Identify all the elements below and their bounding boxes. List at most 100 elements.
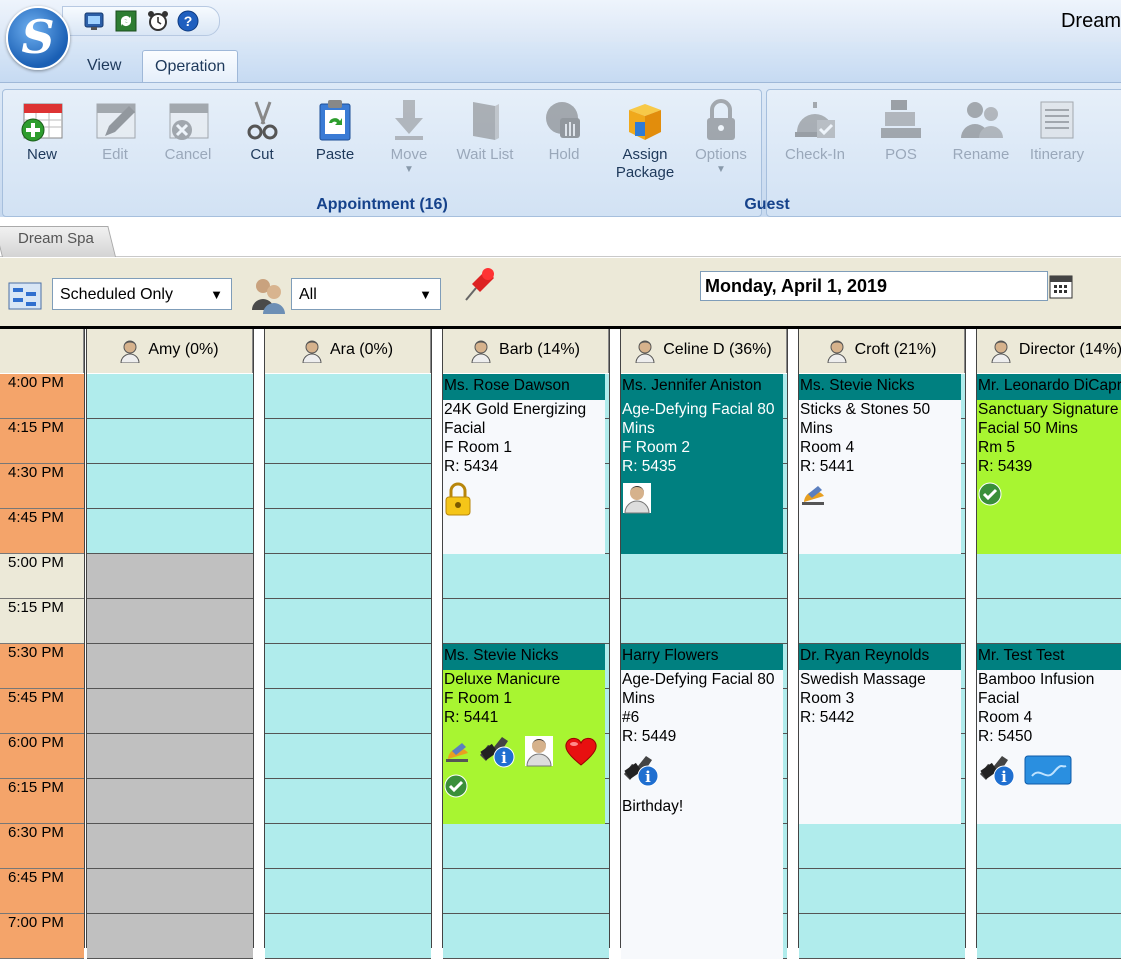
schedule-slot[interactable] — [265, 779, 431, 824]
schedule-slot[interactable] — [265, 869, 431, 914]
calendar-icon[interactable] — [1049, 273, 1073, 303]
refresh-icon[interactable] — [115, 10, 137, 32]
schedule-slot[interactable] — [621, 554, 787, 599]
new-button[interactable]: New — [6, 96, 78, 164]
schedule-slot[interactable] — [87, 914, 253, 959]
schedule-filter-select[interactable]: Scheduled Only ▼ — [52, 278, 232, 310]
staff-request-icon[interactable] — [622, 482, 652, 519]
appointment-block[interactable]: Ms. Rose Dawson 24K Gold Energizing Facia… — [443, 374, 605, 554]
tab-view[interactable]: View — [75, 50, 133, 82]
appointment-detail-line: Swedish Massage — [800, 671, 926, 688]
schedule-slot[interactable] — [443, 554, 609, 599]
phone-info-icon[interactable]: i — [622, 752, 660, 793]
schedule-slot[interactable] — [87, 599, 253, 644]
cancel-button[interactable]: Cancel — [152, 96, 224, 164]
app-logo[interactable]: S — [6, 6, 70, 70]
heart-icon[interactable] — [562, 735, 600, 772]
schedule-slot[interactable] — [87, 824, 253, 869]
tab-operation[interactable]: Operation — [142, 50, 239, 83]
appointment-detail-line: #6 — [622, 709, 640, 726]
itinerary-button[interactable]: Itinerary — [1021, 96, 1093, 164]
appointment-details: Age-Defying Facial 80 Mins #6 R: 5449 i Birt… — [621, 670, 783, 816]
checked-in-icon[interactable] — [978, 482, 1002, 511]
schedule-view-icon[interactable] — [8, 282, 42, 314]
schedule-slot[interactable] — [87, 644, 253, 689]
schedule-slot[interactable] — [443, 599, 609, 644]
schedule-slot[interactable] — [977, 554, 1121, 599]
staff-request-icon[interactable] — [524, 735, 554, 772]
hold-button[interactable]: Hold — [528, 96, 600, 164]
schedule-slot[interactable] — [87, 554, 253, 599]
schedule-slot[interactable] — [977, 599, 1121, 644]
schedule-slot[interactable] — [977, 869, 1121, 914]
schedule-slot[interactable] — [443, 914, 609, 959]
schedule-slot[interactable] — [799, 869, 965, 914]
app-title: Dream — [1060, 10, 1121, 32]
appointment-block[interactable]: Mr. Leonardo DiCaprio Sanctuary Signature… — [977, 374, 1121, 554]
lock-icon[interactable] — [444, 482, 472, 521]
schedule-slot[interactable] — [265, 554, 431, 599]
appointment-block[interactable]: Dr. Ryan Reynolds Swedish Massage Room 3 R:… — [799, 644, 961, 824]
schedule-slot[interactable] — [265, 419, 431, 464]
pin-icon[interactable] — [460, 264, 498, 308]
pos-button[interactable]: POS — [865, 96, 937, 164]
service-bell-icon[interactable] — [444, 739, 470, 768]
schedule-slot[interactable] — [799, 599, 965, 644]
schedule-slot[interactable] — [799, 554, 965, 599]
schedule-slot[interactable] — [265, 734, 431, 779]
phone-info-icon[interactable]: i — [478, 733, 516, 774]
schedule-slot[interactable] — [265, 374, 431, 419]
staff-column-header[interactable]: Director (14%) — [977, 329, 1121, 373]
move-button[interactable]: Move ▼ — [373, 96, 445, 175]
staff-filter-select[interactable]: All ▼ — [291, 278, 441, 310]
paste-button[interactable]: Paste — [299, 96, 371, 164]
schedule-slot[interactable] — [87, 509, 253, 554]
schedule-slot[interactable] — [87, 779, 253, 824]
credit-card-icon[interactable] — [1024, 754, 1072, 791]
wait-list-button[interactable]: Wait List — [449, 96, 521, 164]
service-bell-icon[interactable] — [800, 482, 826, 511]
checked-in-icon[interactable] — [444, 774, 468, 803]
staff-column-header[interactable]: Croft (21%) — [799, 329, 965, 373]
appointment-block[interactable]: Ms. Stevie Nicks Deluxe Manicure F Room 1 R… — [443, 644, 605, 824]
rename-button[interactable]: Rename — [945, 96, 1017, 164]
schedule-slot[interactable] — [443, 824, 609, 869]
schedule-slot[interactable] — [87, 464, 253, 509]
staff-column-header[interactable]: Celine D (36%) — [621, 329, 787, 373]
assign-package-button[interactable]: Assign Package — [603, 96, 687, 182]
staff-column-header[interactable]: Barb (14%) — [443, 329, 609, 373]
schedule-slot[interactable] — [87, 689, 253, 734]
schedule-slot[interactable] — [87, 869, 253, 914]
schedule-slot[interactable] — [265, 824, 431, 869]
staff-column-header[interactable]: Amy (0%) — [87, 329, 253, 373]
schedule-slot[interactable] — [265, 599, 431, 644]
schedule-slot[interactable] — [799, 914, 965, 959]
schedule-slot[interactable] — [977, 914, 1121, 959]
alarm-clock-icon[interactable] — [147, 10, 169, 32]
appointment-block[interactable]: Ms. Stevie Nicks Sticks & Stones 50 Mins R… — [799, 374, 961, 554]
monitor-icon[interactable] — [83, 10, 105, 32]
staff-column-header[interactable]: Ara (0%) — [265, 329, 431, 373]
options-button[interactable]: Options ▼ — [685, 96, 757, 175]
appointment-block[interactable]: Mr. Test Test Bamboo Infusion Facial Room … — [977, 644, 1121, 824]
appointment-block[interactable]: Harry Flowers Age-Defying Facial 80 Mins #… — [621, 644, 783, 959]
schedule-slot[interactable] — [265, 464, 431, 509]
schedule-slot[interactable] — [621, 599, 787, 644]
phone-info-icon[interactable]: i — [978, 752, 1016, 793]
appointment-block[interactable]: Ms. Jennifer Aniston Age-Defying Facial 8… — [621, 374, 783, 554]
schedule-slot[interactable] — [87, 419, 253, 464]
schedule-slot[interactable] — [265, 509, 431, 554]
schedule-slot[interactable] — [977, 824, 1121, 869]
schedule-slot[interactable] — [87, 734, 253, 779]
cut-button[interactable]: Cut — [226, 96, 298, 164]
schedule-slot[interactable] — [265, 689, 431, 734]
schedule-slot[interactable] — [265, 914, 431, 959]
schedule-slot[interactable] — [265, 644, 431, 689]
edit-button[interactable]: Edit — [79, 96, 151, 164]
date-field[interactable]: Monday, April 1, 2019 — [700, 271, 1048, 301]
schedule-slot[interactable] — [443, 869, 609, 914]
schedule-slot[interactable] — [799, 824, 965, 869]
check-in-button[interactable]: Check-In — [779, 96, 851, 164]
help-icon[interactable]: ? — [177, 10, 199, 32]
schedule-slot[interactable] — [87, 374, 253, 419]
